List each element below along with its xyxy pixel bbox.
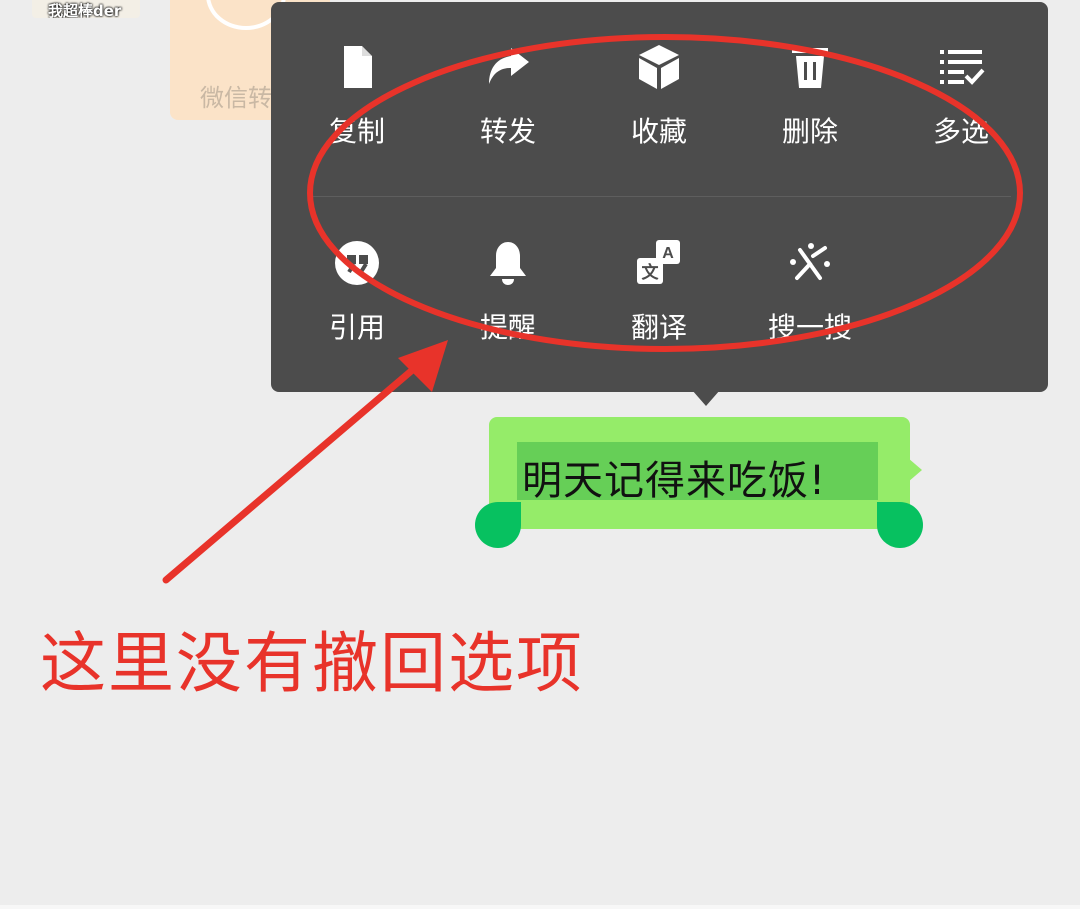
selection-handle-end[interactable] [877,502,923,548]
menu-item-label: 复制 [328,115,385,148]
menu-item-label: 转发 [479,115,536,148]
translate-icon: A 文 [637,240,680,284]
menu-item-copy[interactable]: 复制 [282,42,432,182]
menu-item-favorite[interactable]: 收藏 [584,42,734,182]
menu-item-search[interactable]: 搜一搜 [735,238,885,378]
menu-pointer-arrow [692,390,720,406]
quote-icon [335,241,379,285]
menu-item-label: 引用 [328,311,385,344]
svg-text:A: A [662,245,674,262]
selection-handle-start[interactable] [475,502,521,548]
menu-item-label: 多选 [932,115,989,148]
menu-item-quote[interactable]: 引用 [282,238,432,378]
previous-card-label: 微信转 [200,84,272,112]
top-thumbnail[interactable]: 我超棒der [32,0,140,18]
menu-item-remind[interactable]: 提醒 [433,238,583,378]
favorite-cube-icon [639,45,679,89]
search-sparkle-icon [790,243,830,280]
menu-item-label: 删除 [781,115,838,148]
annotation-text: 这里没有撤回选项 [40,625,584,702]
menu-item-translate[interactable]: A 文 翻译 [584,238,734,378]
bottom-edge [0,905,1080,909]
remind-bell-icon [490,242,526,285]
menu-item-forward[interactable]: 转发 [433,42,583,182]
menu-divider [311,196,1011,197]
menu-row-1: 复制 转发 收藏 删除 多选 [271,2,1048,182]
message-bubble-tail [908,458,922,482]
copy-icon [344,46,372,88]
menu-item-delete[interactable]: 删除 [735,42,885,182]
menu-item-label: 搜一搜 [767,311,852,344]
menu-item-label: 翻译 [630,311,687,344]
svg-text:文: 文 [642,262,660,283]
menu-item-label: 收藏 [630,115,687,148]
menu-item-multi-select[interactable]: 多选 [886,42,1036,182]
menu-item-label: 提醒 [479,311,536,344]
menu-row-2: 引用 提醒 A 文 翻译 搜一搜 [271,198,1048,378]
multi-select-icon [940,50,985,85]
message-text[interactable]: 明天记得来吃饭! [522,448,826,506]
forward-icon [489,48,529,84]
top-thumbnail-caption: 我超棒der [48,2,122,18]
delete-trash-icon [792,48,828,88]
message-context-menu: 复制 转发 收藏 删除 多选 引用 提醒 A 文 翻译 搜一搜 [271,2,1048,392]
